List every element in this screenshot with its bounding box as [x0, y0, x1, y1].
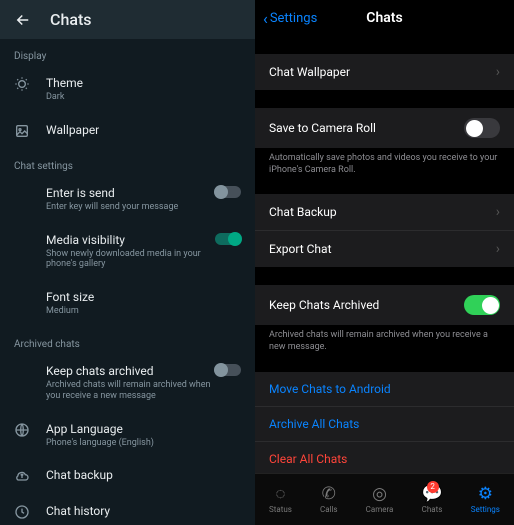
wallpaper-icon: [14, 123, 36, 139]
row-ios-wallpaper[interactable]: Chat Wallpaper ›: [255, 54, 514, 90]
camera-roll-footer: Automatically save photos and videos you…: [255, 148, 514, 176]
back-arrow-icon[interactable]: [14, 11, 32, 29]
section-display: Display: [0, 39, 255, 66]
ios-header: ‹ Settings Chats: [255, 0, 514, 36]
font-size-sub: Medium: [46, 306, 241, 317]
chat-history-title: Chat history: [46, 504, 241, 518]
ios-back-button[interactable]: ‹ Settings: [263, 9, 317, 28]
section-chat-settings: Chat settings: [0, 149, 255, 176]
row-chat-history[interactable]: Chat history: [0, 494, 255, 525]
enter-send-title: Enter is send: [46, 186, 213, 200]
ios-wallpaper-label: Chat Wallpaper: [269, 65, 496, 79]
group-wallpaper: Chat Wallpaper ›: [255, 54, 514, 90]
chevron-right-icon: ›: [496, 204, 500, 220]
tab-chats[interactable]: 💬 2 Chats: [421, 484, 442, 514]
row-ios-chat-backup[interactable]: Chat Backup ›: [255, 194, 514, 230]
row-media-visibility[interactable]: Media visibility Show newly downloaded m…: [0, 223, 255, 281]
archive-all-label: Archive All Chats: [269, 417, 500, 431]
row-enter-send[interactable]: Enter is send Enter key will send your m…: [0, 176, 255, 223]
tab-settings-label: Settings: [471, 505, 500, 514]
row-font-size[interactable]: Font size Medium: [0, 280, 255, 327]
row-wallpaper[interactable]: Wallpaper: [0, 113, 255, 149]
tab-status[interactable]: ◌ Status: [269, 484, 292, 514]
wallpaper-title: Wallpaper: [46, 123, 241, 137]
media-vis-title: Media visibility: [46, 233, 213, 247]
theme-sub: Dark: [46, 92, 241, 103]
ios-keep-arch-toggle[interactable]: [464, 295, 500, 315]
android-header: Chats: [0, 0, 255, 39]
chats-badge: 2: [427, 481, 439, 493]
ios-header-title: Chats: [366, 10, 402, 26]
keep-arch-sub: Archived chats will remain archived when…: [46, 380, 213, 402]
ios-chat-backup-label: Chat Backup: [269, 205, 496, 219]
globe-icon: [14, 422, 36, 438]
clear-all-label: Clear All Chats: [269, 452, 500, 466]
chevron-left-icon: ‹: [263, 9, 268, 28]
tab-status-label: Status: [269, 505, 292, 514]
tab-camera[interactable]: ◎ Camera: [366, 484, 394, 514]
media-vis-sub: Show newly downloaded media in your phon…: [46, 249, 213, 271]
camera-icon: ◎: [372, 484, 387, 504]
row-app-language[interactable]: App Language Phone's language (English): [0, 412, 255, 459]
export-chat-label: Export Chat: [269, 242, 496, 256]
ios-keep-arch-footer: Archived chats will remain archived when…: [255, 325, 514, 353]
tab-chats-label: Chats: [422, 505, 443, 514]
row-clear-all[interactable]: Clear All Chats: [255, 441, 514, 476]
chevron-right-icon: ›: [496, 241, 500, 257]
row-export-chat[interactable]: Export Chat ›: [255, 230, 514, 267]
gear-icon: ⚙: [478, 484, 493, 504]
cloud-up-icon: [14, 468, 36, 484]
ios-keep-arch-label: Keep Chats Archived: [269, 298, 464, 312]
row-archive-all[interactable]: Archive All Chats: [255, 406, 514, 441]
keep-arch-title: Keep chats archived: [46, 364, 213, 378]
chevron-right-icon: ›: [496, 64, 500, 80]
row-theme[interactable]: Theme Dark: [0, 66, 255, 113]
theme-icon: [14, 76, 36, 92]
theme-title: Theme: [46, 76, 241, 90]
ios-tabbar: ◌ Status ✆ Calls ◎ Camera 💬 2 Chats ⚙ Se…: [255, 473, 514, 525]
row-ios-keep-archived[interactable]: Keep Chats Archived: [255, 285, 514, 325]
enter-send-toggle[interactable]: [213, 186, 241, 198]
enter-send-sub: Enter key will send your message: [46, 202, 213, 213]
group-backup: Chat Backup › Export Chat ›: [255, 194, 514, 267]
history-icon: [14, 504, 36, 520]
phone-icon: ✆: [322, 484, 336, 504]
app-lang-sub: Phone's language (English): [46, 438, 241, 449]
row-camera-roll[interactable]: Save to Camera Roll: [255, 108, 514, 148]
media-vis-toggle[interactable]: [213, 233, 241, 245]
keep-arch-toggle[interactable]: [213, 364, 241, 376]
group-camera-roll: Save to Camera Roll Automatically save p…: [255, 108, 514, 176]
tab-camera-label: Camera: [366, 505, 394, 514]
camera-roll-label: Save to Camera Roll: [269, 121, 464, 135]
row-keep-archived[interactable]: Keep chats archived Archived chats will …: [0, 354, 255, 412]
tab-calls[interactable]: ✆ Calls: [320, 484, 338, 514]
section-archived: Archived chats: [0, 327, 255, 354]
status-icon: ◌: [275, 484, 285, 504]
android-panel: Chats Display Theme Dark Wallpaper Chat …: [0, 0, 255, 525]
font-size-title: Font size: [46, 290, 241, 304]
row-chat-backup[interactable]: Chat backup: [0, 458, 255, 494]
tab-settings[interactable]: ⚙ Settings: [471, 484, 500, 514]
chat-backup-title: Chat backup: [46, 468, 241, 482]
ios-panel: ‹ Settings Chats Chat Wallpaper › Save t…: [255, 0, 514, 525]
ios-back-label: Settings: [270, 11, 317, 26]
group-keep-archived: Keep Chats Archived Archived chats will …: [255, 285, 514, 353]
camera-roll-toggle[interactable]: [464, 118, 500, 138]
move-android-label: Move Chats to Android: [269, 382, 500, 396]
android-header-title: Chats: [50, 10, 92, 29]
app-lang-title: App Language: [46, 422, 241, 436]
row-move-android[interactable]: Move Chats to Android: [255, 372, 514, 406]
tab-calls-label: Calls: [320, 505, 338, 514]
